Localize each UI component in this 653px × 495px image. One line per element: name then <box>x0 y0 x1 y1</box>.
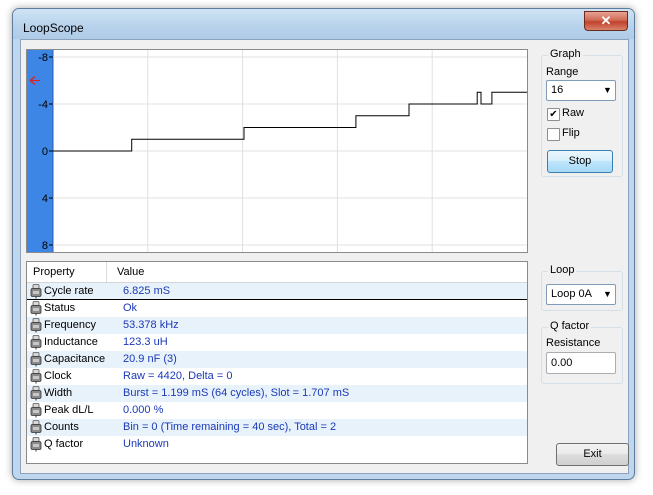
property-value: 53.378 kHz <box>123 319 179 331</box>
list-row[interactable]: Inductance 123.3 uH <box>27 334 527 351</box>
probe-icon <box>30 335 42 350</box>
flip-checkbox[interactable] <box>547 128 560 141</box>
property-name: Cycle rate <box>44 285 94 297</box>
probe-icon <box>30 352 42 367</box>
series-line <box>53 91 527 152</box>
client-area: -8 -4 0 4 8 Property Value Cycle rate 6.825 m… <box>20 39 629 474</box>
property-value: Ok <box>123 302 138 314</box>
list-header: Property Value <box>27 262 527 283</box>
property-name: Peak dL/L <box>44 404 94 416</box>
loop-group-label: Loop <box>548 264 577 276</box>
property-list[interactable]: Property Value Cycle rate 6.825 mS Status O… <box>26 261 528 464</box>
loop-select[interactable]: Loop 0A ▼ <box>546 284 616 305</box>
probe-icon <box>30 301 42 316</box>
property-value: Burst = 1.199 mS (64 cycles), Slot = 1.7… <box>123 387 350 399</box>
y-tick-label: 4 <box>42 193 48 205</box>
resistance-input-value: 0.00 <box>551 357 573 369</box>
graph-group: Graph Range 16 ▼ ✔ Raw Flip Stop <box>541 48 623 177</box>
list-row[interactable]: Width Burst = 1.199 mS (64 cycles), Slot … <box>27 385 527 402</box>
list-row[interactable]: Capacitance 20.9 nF (3) <box>27 351 527 368</box>
list-row[interactable]: Counts Bin = 0 (Time remaining = 40 sec),… <box>27 419 527 436</box>
property-name: Inductance <box>44 336 98 348</box>
probe-icon <box>30 318 42 333</box>
title-bar[interactable]: LoopScope ✕ <box>13 9 634 39</box>
list-row[interactable]: Cycle rate 6.825 mS <box>27 283 527 300</box>
property-name: Capacitance <box>44 353 106 365</box>
raw-checkbox-label[interactable]: Raw <box>562 107 584 119</box>
property-name: Clock <box>44 370 72 382</box>
probe-icon <box>30 403 42 418</box>
list-row[interactable]: Clock Raw = 4420, Delta = 0 <box>27 368 527 385</box>
probe-icon <box>30 386 42 401</box>
property-name: Frequency <box>44 319 96 331</box>
range-label: Range <box>546 66 579 78</box>
property-name: Width <box>44 387 73 399</box>
probe-icon <box>30 437 42 452</box>
scope-chart-svg: -8 -4 0 4 8 <box>27 50 527 252</box>
y-tick-label: -8 <box>38 52 48 64</box>
property-value: 6.825 mS <box>123 285 171 297</box>
raw-checkbox[interactable]: ✔ <box>547 108 560 121</box>
property-value: 0.000 % <box>123 404 164 416</box>
scope-chart: -8 -4 0 4 8 <box>26 49 528 253</box>
resistance-input[interactable]: 0.00 <box>546 352 616 374</box>
probe-icon <box>30 420 42 435</box>
window-title: LoopScope <box>23 21 84 35</box>
flip-checkbox-label[interactable]: Flip <box>562 127 580 139</box>
list-row[interactable]: Status Ok <box>27 300 527 317</box>
property-value: Raw = 4420, Delta = 0 <box>123 370 233 382</box>
qfactor-group: Q factor Resistance 0.00 <box>541 320 623 384</box>
property-value: Unknown <box>123 438 169 450</box>
property-value: 20.9 nF (3) <box>123 353 177 365</box>
range-select-value: 16 <box>551 84 564 96</box>
property-value: Bin = 0 (Time remaining = 40 sec), Total… <box>123 421 337 433</box>
y-tick-label: -4 <box>38 99 48 111</box>
qfactor-group-label: Q factor <box>548 320 592 332</box>
resistance-label: Resistance <box>546 337 601 349</box>
property-name: Q factor <box>44 438 84 450</box>
chevron-down-icon: ▼ <box>603 85 612 95</box>
column-divider[interactable] <box>106 262 107 282</box>
list-row[interactable]: Q factor Unknown <box>27 436 527 453</box>
list-row[interactable]: Peak dL/L 0.000 % <box>27 402 527 419</box>
loop-select-value: Loop 0A <box>551 288 592 300</box>
chevron-down-icon: ▼ <box>603 289 612 299</box>
y-tick-label: 0 <box>42 146 48 158</box>
range-select[interactable]: 16 ▼ <box>546 80 616 101</box>
column-header-property[interactable]: Property <box>33 266 75 278</box>
exit-button[interactable]: Exit <box>556 443 629 466</box>
list-row[interactable]: Frequency 53.378 kHz <box>27 317 527 334</box>
probe-icon <box>30 369 42 384</box>
property-name: Counts <box>44 421 79 433</box>
stop-button[interactable]: Stop <box>547 150 613 173</box>
loop-group: Loop Loop 0A ▼ <box>541 264 623 311</box>
property-value: 123.3 uH <box>123 336 168 348</box>
checkmark-icon: ✔ <box>549 109 558 120</box>
close-button[interactable]: ✕ <box>584 11 628 31</box>
probe-icon <box>30 284 42 299</box>
graph-group-label: Graph <box>548 48 583 60</box>
main-window: LoopScope ✕ -8 -4 0 4 8 Property Value Cycle… <box>12 8 635 480</box>
property-name: Status <box>44 302 76 314</box>
column-header-value[interactable]: Value <box>117 266 144 278</box>
y-tick-label: 8 <box>42 240 48 252</box>
